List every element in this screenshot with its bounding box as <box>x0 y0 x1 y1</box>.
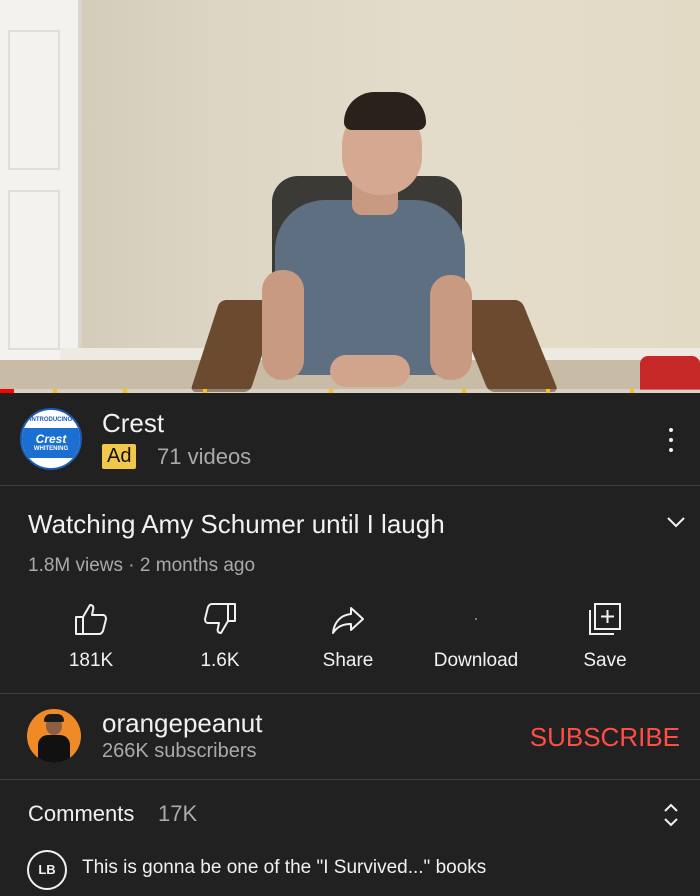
crest-logo[interactable]: INTRODUCING Crest WHITENING <box>20 408 82 470</box>
like-count: 181K <box>68 650 114 671</box>
like-button[interactable]: 181K <box>31 600 151 676</box>
save-playlist-icon <box>589 603 621 635</box>
expand-collapse-icon[interactable] <box>660 800 682 830</box>
top-comment[interactable]: This is gonna be one of the "I Survived.… <box>82 857 486 879</box>
comments-header[interactable]: Comments <box>28 801 134 827</box>
download-button[interactable]: Download <box>416 600 536 676</box>
video-player[interactable] <box>0 0 700 393</box>
channel-avatar[interactable] <box>27 709 81 763</box>
more-vert-icon[interactable] <box>660 428 682 452</box>
subscriber-count: 266K subscribers <box>102 740 257 762</box>
save-button[interactable]: Save <box>545 600 665 676</box>
ad-channel-name[interactable]: Crest <box>102 408 164 439</box>
dislike-count: 1.6K <box>200 650 240 671</box>
video-meta: 1.8M views · 2 months ago <box>28 555 256 576</box>
share-label: Share <box>322 650 374 671</box>
dislike-button[interactable]: 1.6K <box>160 600 280 676</box>
comments-count: 17K <box>158 801 198 826</box>
divider <box>0 693 700 694</box>
video-title[interactable]: Watching Amy Schumer until I laugh <box>28 509 445 540</box>
share-icon <box>332 607 364 634</box>
ad-banner[interactable]: INTRODUCING Crest WHITENING Crest Ad 71 … <box>0 393 700 486</box>
thumbs-up-icon <box>75 604 107 635</box>
share-button[interactable]: Share <box>288 600 408 676</box>
save-label: Save <box>583 650 627 671</box>
commenter-avatar[interactable]: LB <box>27 850 67 890</box>
video-frame-door <box>0 0 82 380</box>
chevron-down-icon[interactable] <box>664 512 688 532</box>
download-icon <box>475 618 477 620</box>
divider <box>0 779 700 780</box>
channel-name[interactable]: orangepeanut <box>102 708 262 739</box>
subscribe-button[interactable]: SUBSCRIBE <box>520 720 680 754</box>
download-label: Download <box>433 650 519 671</box>
thumbs-down-icon <box>204 603 236 634</box>
ad-badge: Ad <box>102 444 137 469</box>
ad-video-count: 71 videos <box>157 444 252 469</box>
